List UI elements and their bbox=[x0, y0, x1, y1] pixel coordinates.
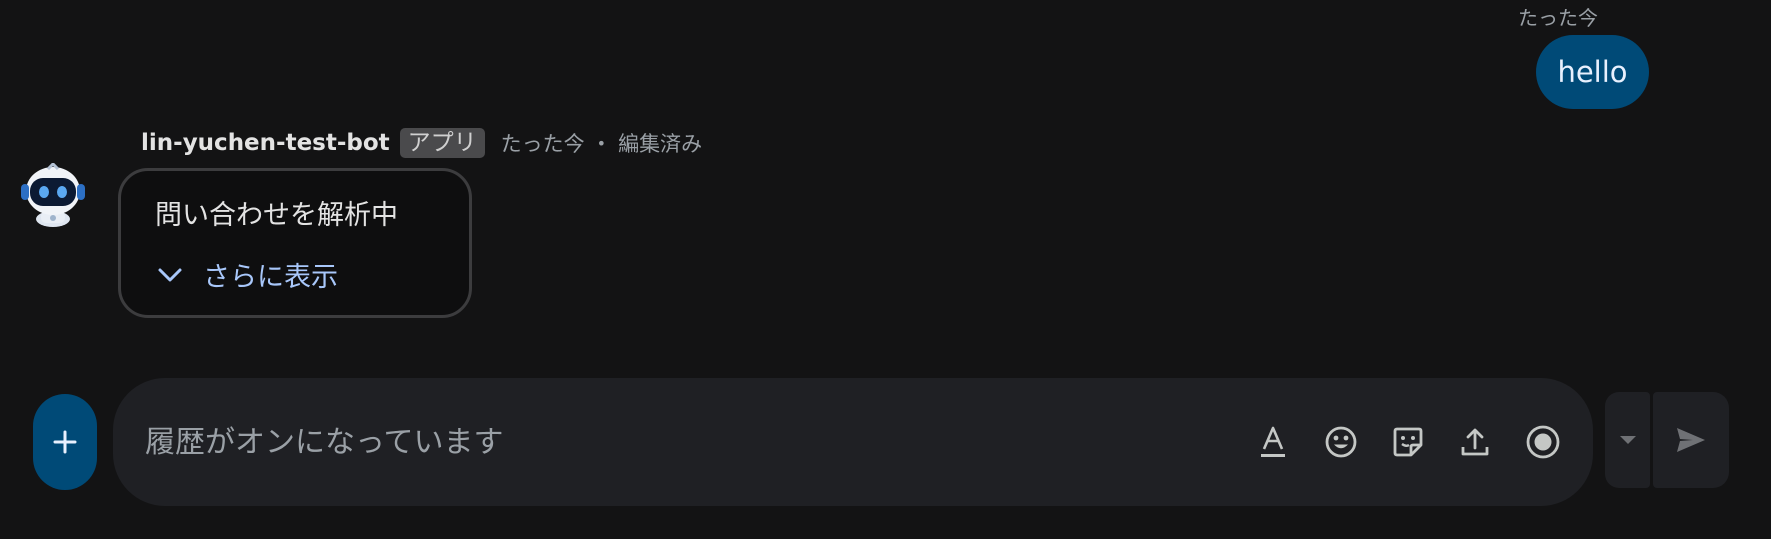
format-text-icon bbox=[1261, 426, 1285, 457]
message-timestamp: たった今 bbox=[500, 132, 585, 156]
app-badge: アプリ bbox=[399, 128, 485, 158]
upload-button[interactable] bbox=[1451, 418, 1499, 466]
message-composer bbox=[113, 378, 1593, 506]
bot-avatar[interactable] bbox=[20, 161, 86, 229]
format-text-button[interactable] bbox=[1249, 418, 1297, 466]
add-button[interactable] bbox=[33, 394, 97, 490]
send-icon bbox=[1677, 428, 1705, 452]
caret-down-icon bbox=[1619, 436, 1636, 444]
show-more-label: さらに表示 bbox=[203, 262, 338, 293]
edited-label: 編集済み bbox=[618, 132, 703, 156]
sender-name[interactable]: lin-yuchen-test-bot bbox=[141, 130, 390, 156]
outgoing-message-bubble[interactable]: hello bbox=[1536, 35, 1649, 109]
separator-dot: • bbox=[596, 133, 607, 153]
card-title: 問い合わせを解析中 bbox=[155, 200, 398, 231]
send-group bbox=[1605, 392, 1729, 488]
record-button[interactable] bbox=[1519, 418, 1567, 466]
sticker-icon bbox=[1393, 427, 1423, 457]
sticker-button[interactable] bbox=[1384, 418, 1432, 466]
outgoing-timestamp: たった今 bbox=[1518, 6, 1598, 30]
send-button[interactable] bbox=[1653, 392, 1729, 488]
robot-icon bbox=[21, 161, 85, 227]
bot-response-card: 問い合わせを解析中 さらに表示 bbox=[118, 168, 472, 318]
show-more-button[interactable]: さらに表示 bbox=[157, 255, 338, 294]
upload-icon bbox=[1461, 428, 1489, 456]
emoji-button[interactable] bbox=[1317, 418, 1365, 466]
chevron-down-icon bbox=[158, 268, 182, 281]
bot-message-header: lin-yuchen-test-bot アプリ たった今 • 編集済み bbox=[141, 127, 702, 159]
plus-icon bbox=[53, 430, 77, 454]
emoji-icon bbox=[1325, 426, 1357, 458]
message-input[interactable] bbox=[145, 378, 1145, 506]
send-options-button[interactable] bbox=[1605, 392, 1650, 488]
record-icon bbox=[1526, 425, 1560, 459]
chat-page: たった今 hello lin-yuchen-test-bot アプリ たった今 … bbox=[0, 0, 1771, 539]
